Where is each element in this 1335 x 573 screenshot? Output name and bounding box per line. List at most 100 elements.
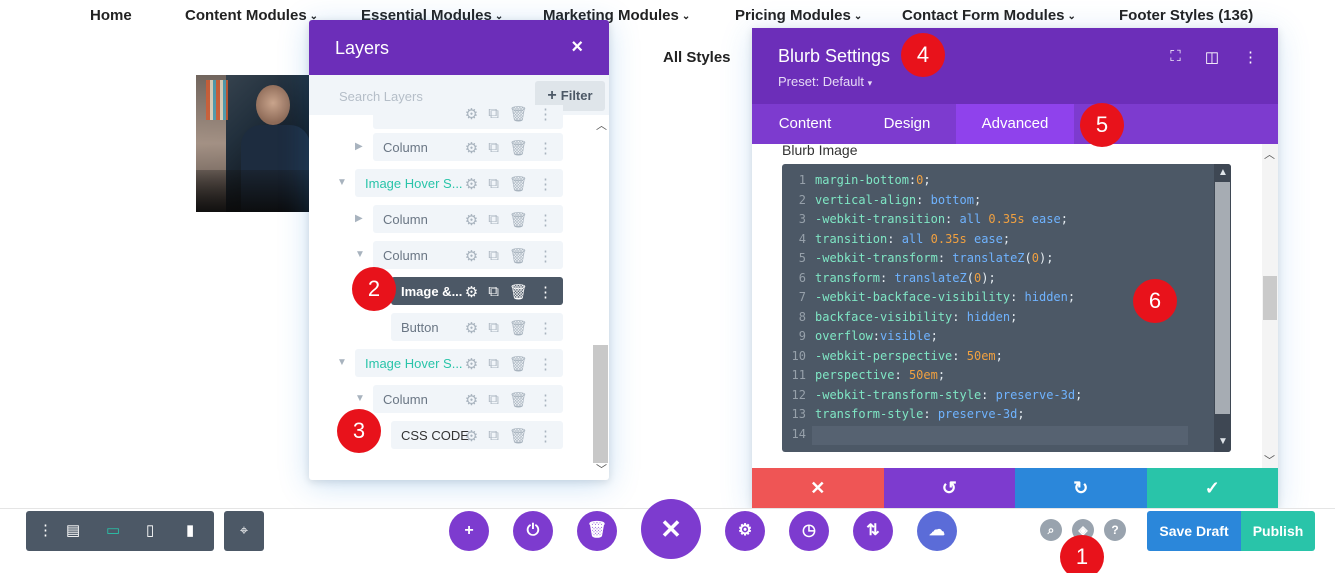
nav-contact-form-modules[interactable]: Contact Form Modules ⌄ [902,7,1076,24]
trash-icon[interactable]: 🗑 [509,283,528,301]
gear-icon[interactable]: ⚙ [725,511,765,551]
duplicate-icon[interactable]: ⧉ [488,139,499,157]
split-view-icon[interactable]: ◫ [1205,48,1219,66]
gear-icon[interactable]: ⚙ [465,105,478,123]
nav-home[interactable]: Home [90,7,132,24]
more-icon[interactable]: ⋮ [538,139,553,157]
gear-icon[interactable]: ⚙ [465,283,478,301]
trash-icon[interactable]: 🗑 [509,105,528,123]
code-line[interactable]: 12 -webkit-transform-style: preserve-3d; [782,386,1212,406]
gear-icon[interactable]: ⚙ [465,175,478,193]
caret-right-icon[interactable]: ▶ [355,213,363,224]
tab-content[interactable]: Content [752,104,858,144]
fullscreen-icon[interactable]: ⛶ [1170,48,1181,66]
layer-row-column[interactable]: Column ⚙ ⧉ 🗑 ⋮ [373,205,563,233]
trash-icon[interactable]: 🗑 [509,427,528,445]
layer-row-button[interactable]: Button ⚙ ⧉ 🗑 ⋮ [391,313,563,341]
wireframe-icon[interactable]: ▤ [66,521,80,539]
layer-row-column[interactable]: Column ⚙ ⧉ 🗑 ⋮ [373,385,563,413]
code-line[interactable]: 4 transition: all 0.35s ease; [782,230,1212,250]
trash-icon[interactable]: 🗑 [509,247,528,265]
help-icon[interactable]: ? [1104,519,1126,541]
gear-icon[interactable]: ⚙ [465,391,478,409]
code-line[interactable]: 1 margin-bottom:0; [782,171,1212,191]
divi-cloud-icon[interactable]: ☁ [917,511,957,551]
search-input[interactable]: Search Layers [339,89,423,104]
duplicate-icon[interactable]: ⧉ [488,105,499,123]
settings-scroll-thumb[interactable] [1263,276,1277,320]
code-line[interactable]: 3 -webkit-transition: all 0.35s ease; [782,210,1212,230]
layer-row-css-code[interactable]: CSS CODE ⚙ ⧉ 🗑 ⋮ [391,421,563,449]
caret-up-icon[interactable]: ▲ [1218,167,1228,178]
close-builder-button[interactable]: ✕ [641,499,701,559]
nav-pricing-modules[interactable]: Pricing Modules ⌄ [735,7,862,24]
more-icon[interactable]: ⋮ [538,175,553,193]
layer-row-image-hover[interactable]: Image Hover S... ⚙ ⧉ 🗑 ⋮ [355,169,563,197]
caret-down-icon[interactable]: ▼ [355,249,365,260]
duplicate-icon[interactable]: ⧉ [488,391,499,409]
code-line[interactable]: 5 -webkit-transform: translateZ(0); [782,249,1212,269]
chevron-down-icon[interactable]: ﹀ [1264,452,1275,468]
chevron-up-icon[interactable]: ︿ [1264,146,1275,162]
more-icon[interactable]: ⋮ [538,247,553,265]
redo-button[interactable]: ↻ [1015,468,1147,508]
duplicate-icon[interactable]: ⧉ [488,247,499,265]
code-line[interactable]: 10 -webkit-perspective: 50em; [782,347,1212,367]
click-mode-button[interactable]: ⌖ [224,511,264,551]
more-icon[interactable]: ⋮ [538,355,553,373]
gear-icon[interactable]: ⚙ [465,211,478,229]
code-line[interactable]: 2 vertical-align: bottom; [782,191,1212,211]
nav-footer-styles[interactable]: Footer Styles (136) [1119,7,1253,24]
duplicate-icon[interactable]: ⧉ [488,175,499,193]
duplicate-icon[interactable]: ⧉ [488,319,499,337]
caret-down-icon[interactable]: ▼ [337,357,347,368]
code-line[interactable]: 14 [782,425,1212,445]
preset-dropdown[interactable]: Preset: Default ▾ [778,74,872,89]
layer-row[interactable]: ⚙ ⧉ 🗑 ⋮ [373,105,563,129]
undo-button[interactable]: ↺ [883,468,1015,508]
more-icon[interactable]: ⋮ [1243,48,1258,66]
trash-icon[interactable]: 🗑 [509,139,528,157]
history-icon[interactable]: ◷ [789,511,829,551]
duplicate-icon[interactable]: ⧉ [488,355,499,373]
code-line[interactable]: 9 overflow:visible; [782,327,1212,347]
add-button[interactable]: + [449,511,489,551]
desktop-icon[interactable]: ▭ [106,521,120,539]
layer-row-image-selected[interactable]: Image &... ⚙ ⧉ 🗑 ⋮ [391,277,563,305]
duplicate-icon[interactable]: ⧉ [488,211,499,229]
duplicate-icon[interactable]: ⧉ [488,427,499,445]
gear-icon[interactable]: ⚙ [465,247,478,265]
portability-icon[interactable]: ⇅ [853,511,893,551]
caret-down-icon[interactable]: ▼ [355,393,365,404]
more-icon[interactable]: ⋮ [538,105,553,123]
layers-scroll-thumb[interactable] [593,345,608,463]
nav-all-styles[interactable]: All Styles [663,49,731,66]
chevron-up-icon[interactable]: ︿ [596,117,607,133]
duplicate-icon[interactable]: ⧉ [488,283,499,301]
layer-row-image-hover[interactable]: Image Hover S... ⚙ ⧉ 🗑 ⋮ [355,349,563,377]
trash-icon[interactable]: 🗑 [509,211,528,229]
tab-advanced[interactable]: Advanced [956,104,1074,144]
layer-row-column[interactable]: Column ⚙ ⧉ 🗑 ⋮ [373,133,563,161]
more-icon[interactable]: ⋮ [538,283,553,301]
trash-icon[interactable]: 🗑 [509,319,528,337]
caret-down-icon[interactable]: ▼ [1218,436,1228,447]
gear-icon[interactable]: ⚙ [465,319,478,337]
cancel-button[interactable]: ✕ [752,468,884,508]
gear-icon[interactable]: ⚙ [465,427,478,445]
more-icon[interactable]: ⋮ [538,427,553,445]
trash-icon[interactable]: 🗑 [509,355,528,373]
trash-icon[interactable]: 🗑 [509,391,528,409]
code-line[interactable]: 11 perspective: 50em; [782,366,1212,386]
power-icon[interactable]: ⏻ [513,511,553,551]
search-icon[interactable]: ⌕ [1040,519,1062,541]
save-draft-button[interactable]: Save Draft [1147,511,1241,551]
more-icon[interactable]: ⋮ [538,319,553,337]
caret-down-icon[interactable]: ▼ [337,177,347,188]
trash-icon[interactable]: 🗑 [509,175,528,193]
code-scroll-thumb[interactable] [1215,182,1230,414]
more-icon[interactable]: ⋮ [538,391,553,409]
gear-icon[interactable]: ⚙ [465,139,478,157]
more-icon[interactable]: ⋮ [538,211,553,229]
layer-row-column[interactable]: Column ⚙ ⧉ 🗑 ⋮ [373,241,563,269]
